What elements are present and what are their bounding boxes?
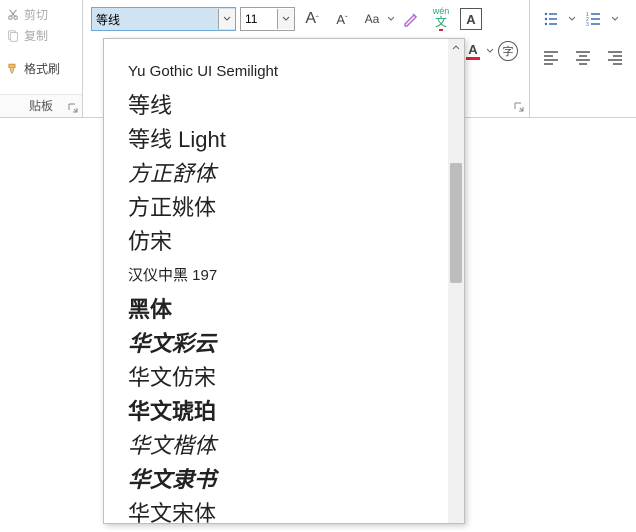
- svg-text:3: 3: [586, 22, 589, 28]
- paragraph-pane: 123: [529, 0, 636, 117]
- font-size-input[interactable]: [241, 9, 277, 29]
- font-name-combo[interactable]: [91, 7, 236, 31]
- bullets-button[interactable]: [538, 6, 564, 32]
- font-option[interactable]: 华文琥珀: [128, 395, 448, 429]
- font-name-dropdown-button[interactable]: [218, 9, 235, 29]
- font-option[interactable]: Yu Gothic UI Semilight: [128, 55, 448, 89]
- align-right-button[interactable]: [602, 44, 628, 70]
- scissors-icon: [6, 8, 20, 22]
- font-color-icon: A: [463, 41, 483, 61]
- format-painter-button[interactable]: 格式刷: [0, 58, 82, 79]
- font-option[interactable]: 华文楷体: [128, 429, 448, 463]
- character-border-button[interactable]: A: [458, 6, 484, 32]
- font-name-input[interactable]: [92, 9, 218, 29]
- font-option[interactable]: 等线 Light: [128, 123, 448, 157]
- bullets-split[interactable]: [568, 7, 575, 31]
- font-dialog-launcher[interactable]: [513, 101, 525, 113]
- font-option[interactable]: 黑体: [128, 293, 448, 327]
- scroll-thumb[interactable]: [450, 163, 462, 283]
- font-option[interactable]: 华文彩云: [128, 327, 448, 361]
- font-option[interactable]: 仿宋: [128, 225, 448, 259]
- font-dropdown-popup: Yu Gothic UI Semilight 等线 等线 Light 方正舒体 …: [103, 38, 465, 524]
- font-option[interactable]: 等线: [128, 89, 448, 123]
- wen-bottom: 文: [435, 16, 447, 28]
- wen-bar: [439, 29, 443, 31]
- font-size-combo[interactable]: [240, 7, 295, 31]
- clipboard-dialog-launcher[interactable]: [67, 102, 79, 114]
- box-a-icon: A: [460, 8, 482, 30]
- cut-button[interactable]: 剪切: [0, 4, 82, 25]
- case-a: a: [373, 12, 380, 26]
- copy-icon: [6, 29, 20, 43]
- cut-label: 剪切: [24, 6, 48, 23]
- numbering-split[interactable]: [611, 7, 618, 31]
- align-left-button[interactable]: [538, 44, 564, 70]
- fc-A: A: [468, 42, 477, 57]
- format-painter-label: 格式刷: [24, 60, 60, 77]
- font-size-dropdown-button[interactable]: [277, 9, 294, 29]
- numbering-button[interactable]: 123: [581, 6, 607, 32]
- change-case-split[interactable]: [387, 7, 394, 31]
- font-option[interactable]: 华文隶书: [128, 463, 448, 497]
- scroll-up-button[interactable]: [448, 39, 464, 55]
- align-center-button[interactable]: [570, 44, 596, 70]
- copy-label: 复制: [24, 27, 48, 44]
- font-option[interactable]: 华文宋体: [128, 497, 448, 523]
- font-dropdown-list[interactable]: Yu Gothic UI Semilight 等线 等线 Light 方正舒体 …: [104, 39, 448, 523]
- clear-formatting-button[interactable]: [398, 6, 424, 32]
- case-A: A: [365, 12, 373, 26]
- font-option[interactable]: 汉仪中黑 197: [128, 259, 448, 293]
- ring-icon: 字: [498, 41, 518, 61]
- font-option[interactable]: 方正舒体: [128, 157, 448, 191]
- enclose-characters-button[interactable]: 字: [495, 38, 521, 64]
- dropdown-scrollbar[interactable]: [448, 39, 464, 523]
- paintbrush-icon: [6, 62, 20, 76]
- increase-font-size-button[interactable]: Aˆ: [299, 6, 325, 32]
- font-option[interactable]: 华文仿宋: [128, 361, 448, 395]
- copy-button[interactable]: 复制: [0, 25, 82, 46]
- decrease-font-size-button[interactable]: Aˇ: [329, 6, 355, 32]
- change-case-button[interactable]: Aa: [359, 6, 385, 32]
- font-option[interactable]: 方正姚体: [128, 191, 448, 225]
- clipboard-pane: 剪切 复制 格式刷 贴板: [0, 0, 83, 117]
- phonetic-guide-button[interactable]: wén 文: [428, 6, 454, 32]
- font-color-split[interactable]: [486, 39, 493, 63]
